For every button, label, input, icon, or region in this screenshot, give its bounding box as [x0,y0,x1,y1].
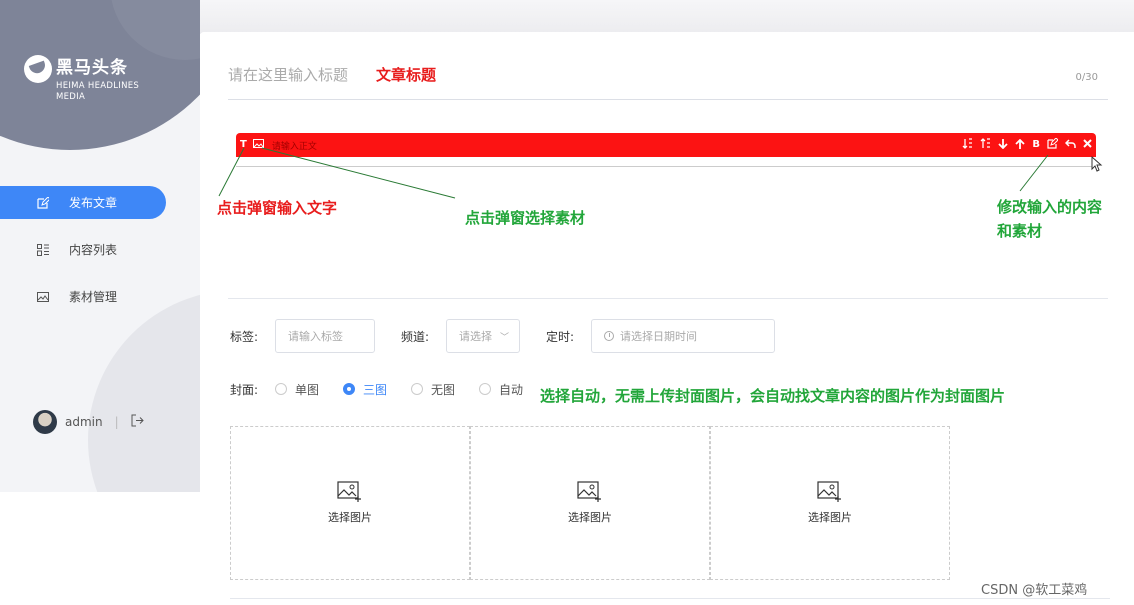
sidebar-item-label: 素材管理 [69,288,117,305]
title-annotation: 文章标题 [376,64,436,85]
sidebar-item-content-list[interactable]: 内容列表 [0,233,166,266]
clock-icon [604,331,614,341]
close-icon[interactable] [1083,139,1092,151]
select-image-label: 选择图片 [808,509,852,525]
sidebar: 黑马头条 HEIMA HEADLINES MEDIA 发布文章 内容列表 素材管… [0,0,200,492]
radio-circle [343,383,355,395]
user-info: admin | [33,410,144,434]
cover-row: 封面: 单图 三图 无图 自动 [230,381,547,397]
cover-label: 封面: [230,381,275,398]
tag-input[interactable]: 请输入标签 [275,319,375,353]
list-icon [37,244,49,256]
logo-subtitle: HEIMA HEADLINES MEDIA [56,81,166,103]
annotation-modify-line2: 和素材 [997,220,1042,241]
cover-option-single[interactable]: 单图 [275,381,319,398]
radio-circle [479,383,491,395]
editor-toolbar-right: B [955,138,1092,152]
user-separator: | [115,415,119,429]
meta-form-row: 标签: 请输入标签 频道: 请选择 ﹀ 定时: 请选择日期时间 [230,319,775,353]
username: admin [65,415,103,429]
watermark: CSDN @软工菜鸡 [981,579,1087,598]
radio-circle [275,383,287,395]
select-image-label: 选择图片 [568,509,612,525]
bold-icon[interactable]: B [1032,140,1040,150]
editor-placeholder: 请输入正文 [272,139,317,152]
editor-toolbar: T 请输入正文 B [236,133,1096,157]
sidebar-item-label: 内容列表 [69,241,117,258]
undo-icon[interactable] [1065,139,1076,152]
cover-option-auto[interactable]: 自动 [479,381,523,398]
main-panel: 请在这里输入标题 文章标题 0/30 T 请输入正文 B [200,32,1134,605]
editor-content-area[interactable] [236,157,1096,167]
tag-placeholder: 请输入标签 [288,328,343,344]
image-insert-button[interactable] [253,139,264,151]
channel-label: 频道: [401,328,446,345]
add-image-icon [577,481,603,503]
add-image-icon [337,481,363,503]
sidebar-item-material-manage[interactable]: 素材管理 [0,280,166,313]
section-divider [228,298,1108,299]
mouse-cursor-icon [1091,156,1103,172]
title-placeholder: 请在这里输入标题 [228,64,348,85]
channel-select[interactable]: 请选择 ﹀ [446,319,520,353]
add-image-icon [817,481,843,503]
logo-title: 黑马头条 [56,53,128,78]
cover-image-slot-2[interactable]: 选择图片 [470,426,710,580]
title-input[interactable]: 请在这里输入标题 文章标题 0/30 [228,64,1108,100]
sort-asc-icon[interactable] [962,138,973,152]
bottom-divider [230,598,1110,599]
horse-logo-icon [24,55,52,83]
sort-desc-icon[interactable] [980,138,991,152]
arrow-down-icon[interactable] [998,139,1008,152]
image-icon [37,291,49,303]
schedule-label: 定时: [546,328,591,345]
top-header-band [200,0,1134,34]
radio-label: 单图 [295,381,319,398]
cover-image-slot-1[interactable]: 选择图片 [230,426,470,580]
annotation-modify-line1: 修改输入的内容 [997,196,1102,217]
sidebar-item-publish-article[interactable]: 发布文章 [0,186,166,219]
schedule-picker[interactable]: 请选择日期时间 [591,319,775,353]
annotation-auto-cover: 选择自动，无需上传封面图片，会自动找文章内容的图片作为封面图片 [540,385,1005,406]
annotation-material-popup: 点击弹窗选择素材 [465,207,585,228]
edit-icon[interactable] [1047,138,1058,152]
radio-label: 三图 [363,381,387,398]
annotation-text-popup: 点击弹窗输入文字 [217,197,337,218]
radio-label: 自动 [499,381,523,398]
text-insert-button[interactable]: T [240,140,247,150]
tag-label: 标签: [230,328,275,345]
cover-image-slot-3[interactable]: 选择图片 [710,426,950,580]
sidebar-menu: 发布文章 内容列表 素材管理 [0,186,166,327]
title-char-count: 0/30 [1076,72,1098,83]
arrow-up-icon[interactable] [1015,139,1025,152]
select-image-label: 选择图片 [328,509,372,525]
chevron-down-icon: ﹀ [500,330,509,343]
radio-circle [411,383,423,395]
avatar[interactable] [33,410,57,434]
schedule-placeholder: 请选择日期时间 [620,328,697,344]
channel-placeholder: 请选择 [459,328,492,344]
radio-label: 无图 [431,381,455,398]
cover-option-none[interactable]: 无图 [411,381,455,398]
cover-option-three[interactable]: 三图 [343,381,387,398]
logout-icon[interactable] [131,414,144,430]
sidebar-item-label: 发布文章 [69,194,117,211]
edit-icon [37,197,49,209]
